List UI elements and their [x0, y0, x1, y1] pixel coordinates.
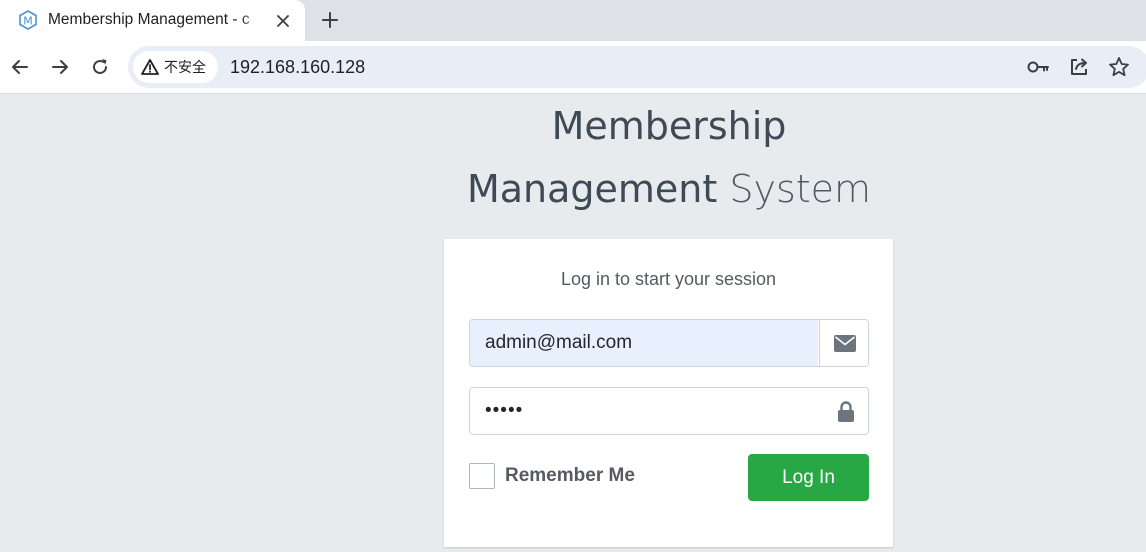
- login-button[interactable]: Log In: [748, 454, 869, 501]
- star-icon[interactable]: [1107, 55, 1131, 79]
- back-arrow-icon[interactable]: [6, 53, 34, 81]
- browser-toolbar: 不安全 192.168.160.128: [0, 41, 1146, 94]
- login-card: Log in to start your session Remember: [444, 239, 893, 547]
- browser-tab[interactable]: M Membership Management - c: [0, 0, 305, 41]
- warning-icon: [141, 58, 159, 76]
- reload-icon[interactable]: [86, 53, 114, 81]
- svg-text:M: M: [23, 15, 33, 28]
- email-input-group: [469, 319, 869, 367]
- logo-line-1: Membership: [444, 104, 894, 148]
- password-field[interactable]: [470, 388, 868, 434]
- logo-management: Management: [466, 167, 718, 211]
- email-field[interactable]: [470, 320, 818, 366]
- lock-icon: [826, 388, 866, 434]
- security-label: 不安全: [164, 60, 206, 76]
- key-icon[interactable]: [1026, 55, 1050, 79]
- close-icon[interactable]: [272, 10, 294, 32]
- new-tab-plus-icon[interactable]: [317, 7, 343, 33]
- envelope-icon: [819, 320, 868, 366]
- password-input-group: [469, 387, 869, 435]
- logo-system: System: [729, 167, 872, 211]
- remember-me-label[interactable]: Remember Me: [505, 465, 635, 487]
- security-indicator[interactable]: 不安全: [133, 51, 218, 83]
- remember-me: Remember Me: [469, 461, 635, 491]
- login-box-message: Log in to start your session: [560, 269, 777, 289]
- share-icon[interactable]: [1067, 55, 1091, 79]
- tab-title: Membership Management - c: [48, 11, 250, 28]
- url-text[interactable]: 192.168.160.128: [230, 57, 365, 78]
- page-content: Membership Management System Log in to s…: [0, 94, 1146, 552]
- address-bar[interactable]: 不安全 192.168.160.128: [128, 46, 1146, 88]
- browser-tabstrip: M Membership Management - c: [0, 0, 1146, 41]
- forward-arrow-icon[interactable]: [46, 53, 74, 81]
- logo-membership: Membership: [551, 104, 787, 148]
- logo-line-2: Management System: [444, 167, 894, 211]
- m-logo-icon: M: [18, 10, 38, 30]
- remember-me-checkbox[interactable]: [469, 463, 495, 489]
